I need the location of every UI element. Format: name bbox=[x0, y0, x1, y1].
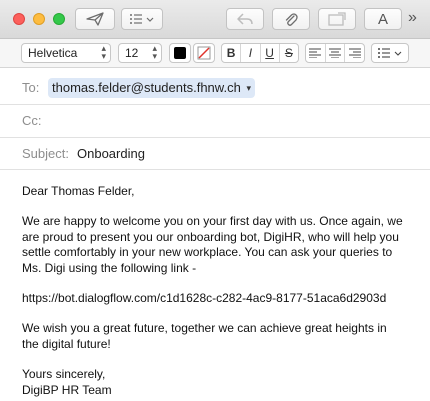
strikethrough-button[interactable]: S bbox=[280, 44, 298, 62]
bulleted-list-icon bbox=[378, 48, 402, 58]
font-family-value: Helvetica bbox=[28, 46, 78, 60]
send-button[interactable] bbox=[75, 8, 115, 30]
color-swatch-icon bbox=[174, 47, 186, 59]
format-button[interactable]: A bbox=[364, 8, 402, 30]
font-size-value: 12 bbox=[125, 46, 139, 60]
body-line: We are happy to welcome you on your firs… bbox=[22, 214, 403, 229]
greeting-text: Dear Thomas Felder, bbox=[22, 184, 135, 198]
list-icon bbox=[130, 14, 154, 24]
compose-window: A » Helvetica ▴ ▾ 12 ▴ ▾ B I U S To: tho… bbox=[0, 0, 430, 401]
font-family-select[interactable]: Helvetica ▴ ▾ bbox=[21, 43, 111, 63]
photo-browser-button[interactable] bbox=[318, 8, 356, 30]
reply-arrow-icon bbox=[237, 13, 253, 25]
align-center-icon bbox=[329, 48, 341, 58]
align-left-button[interactable] bbox=[306, 44, 326, 62]
subject-row[interactable]: Subject: Onboarding bbox=[0, 137, 430, 170]
minimize-window-button[interactable] bbox=[33, 13, 45, 25]
body-line: are proud to present you our onboarding … bbox=[22, 229, 399, 244]
close-window-button[interactable] bbox=[13, 13, 25, 25]
header-fields-menu-button[interactable] bbox=[121, 8, 163, 30]
signature-text: DigiBP HR Team bbox=[22, 382, 112, 397]
align-left-icon bbox=[309, 48, 322, 58]
format-bar: Helvetica ▴ ▾ 12 ▴ ▾ B I U S bbox=[0, 39, 430, 68]
bold-button[interactable]: B bbox=[222, 44, 242, 62]
to-row: To: thomas.felder@students.fhnw.ch ▾ bbox=[0, 71, 430, 105]
toolbar: A » bbox=[0, 0, 430, 39]
chevron-updown-icon: ▴ ▾ bbox=[152, 43, 157, 61]
to-label: To: bbox=[22, 80, 40, 95]
bot-link[interactable]: https://bot.dialogflow.com/c1d1628c-c282… bbox=[22, 291, 422, 306]
alignment-group bbox=[305, 43, 365, 63]
subject-label: Subject: bbox=[22, 146, 69, 161]
closing-text: Yours sincerely, bbox=[22, 367, 106, 382]
cc-row[interactable]: Cc: bbox=[0, 104, 430, 138]
body-line: Ms. Digi using the following link - bbox=[22, 260, 197, 275]
recipient-token[interactable]: thomas.felder@students.fhnw.ch ▾ bbox=[48, 78, 255, 98]
cc-label: Cc: bbox=[22, 113, 42, 128]
photo-icon bbox=[328, 12, 346, 26]
text-color-button[interactable] bbox=[169, 43, 191, 63]
attach-button[interactable] bbox=[272, 8, 310, 30]
no-color-icon bbox=[197, 46, 211, 60]
italic-button[interactable]: I bbox=[241, 44, 261, 62]
background-color-button[interactable] bbox=[193, 43, 215, 63]
chevron-down-icon[interactable]: ▾ bbox=[246, 83, 251, 93]
text-style-group: B I U S bbox=[221, 43, 299, 63]
subject-field[interactable]: Onboarding bbox=[77, 146, 145, 161]
chevron-updown-icon: ▴ ▾ bbox=[101, 43, 106, 61]
paperclip-icon bbox=[285, 13, 298, 26]
list-format-button[interactable] bbox=[371, 43, 409, 63]
reply-button[interactable] bbox=[226, 8, 264, 30]
align-right-icon bbox=[348, 48, 361, 58]
align-right-button[interactable] bbox=[345, 44, 364, 62]
body-line: the digital future! bbox=[22, 336, 111, 351]
paper-plane-icon bbox=[86, 12, 104, 26]
zoom-window-button[interactable] bbox=[53, 13, 65, 25]
align-center-button[interactable] bbox=[326, 44, 346, 62]
body-line: We wish you a great future, together we … bbox=[22, 321, 387, 336]
recipient-address: thomas.felder@students.fhnw.ch bbox=[52, 80, 241, 95]
toolbar-overflow-icon[interactable]: » bbox=[408, 9, 417, 27]
body-line: settle comfortably in your new workplace… bbox=[22, 245, 393, 260]
message-body[interactable]: Dear Thomas Felder, We are happy to welc… bbox=[22, 184, 422, 398]
underline-button[interactable]: U bbox=[261, 44, 280, 62]
font-size-select[interactable]: 12 ▴ ▾ bbox=[118, 43, 162, 63]
